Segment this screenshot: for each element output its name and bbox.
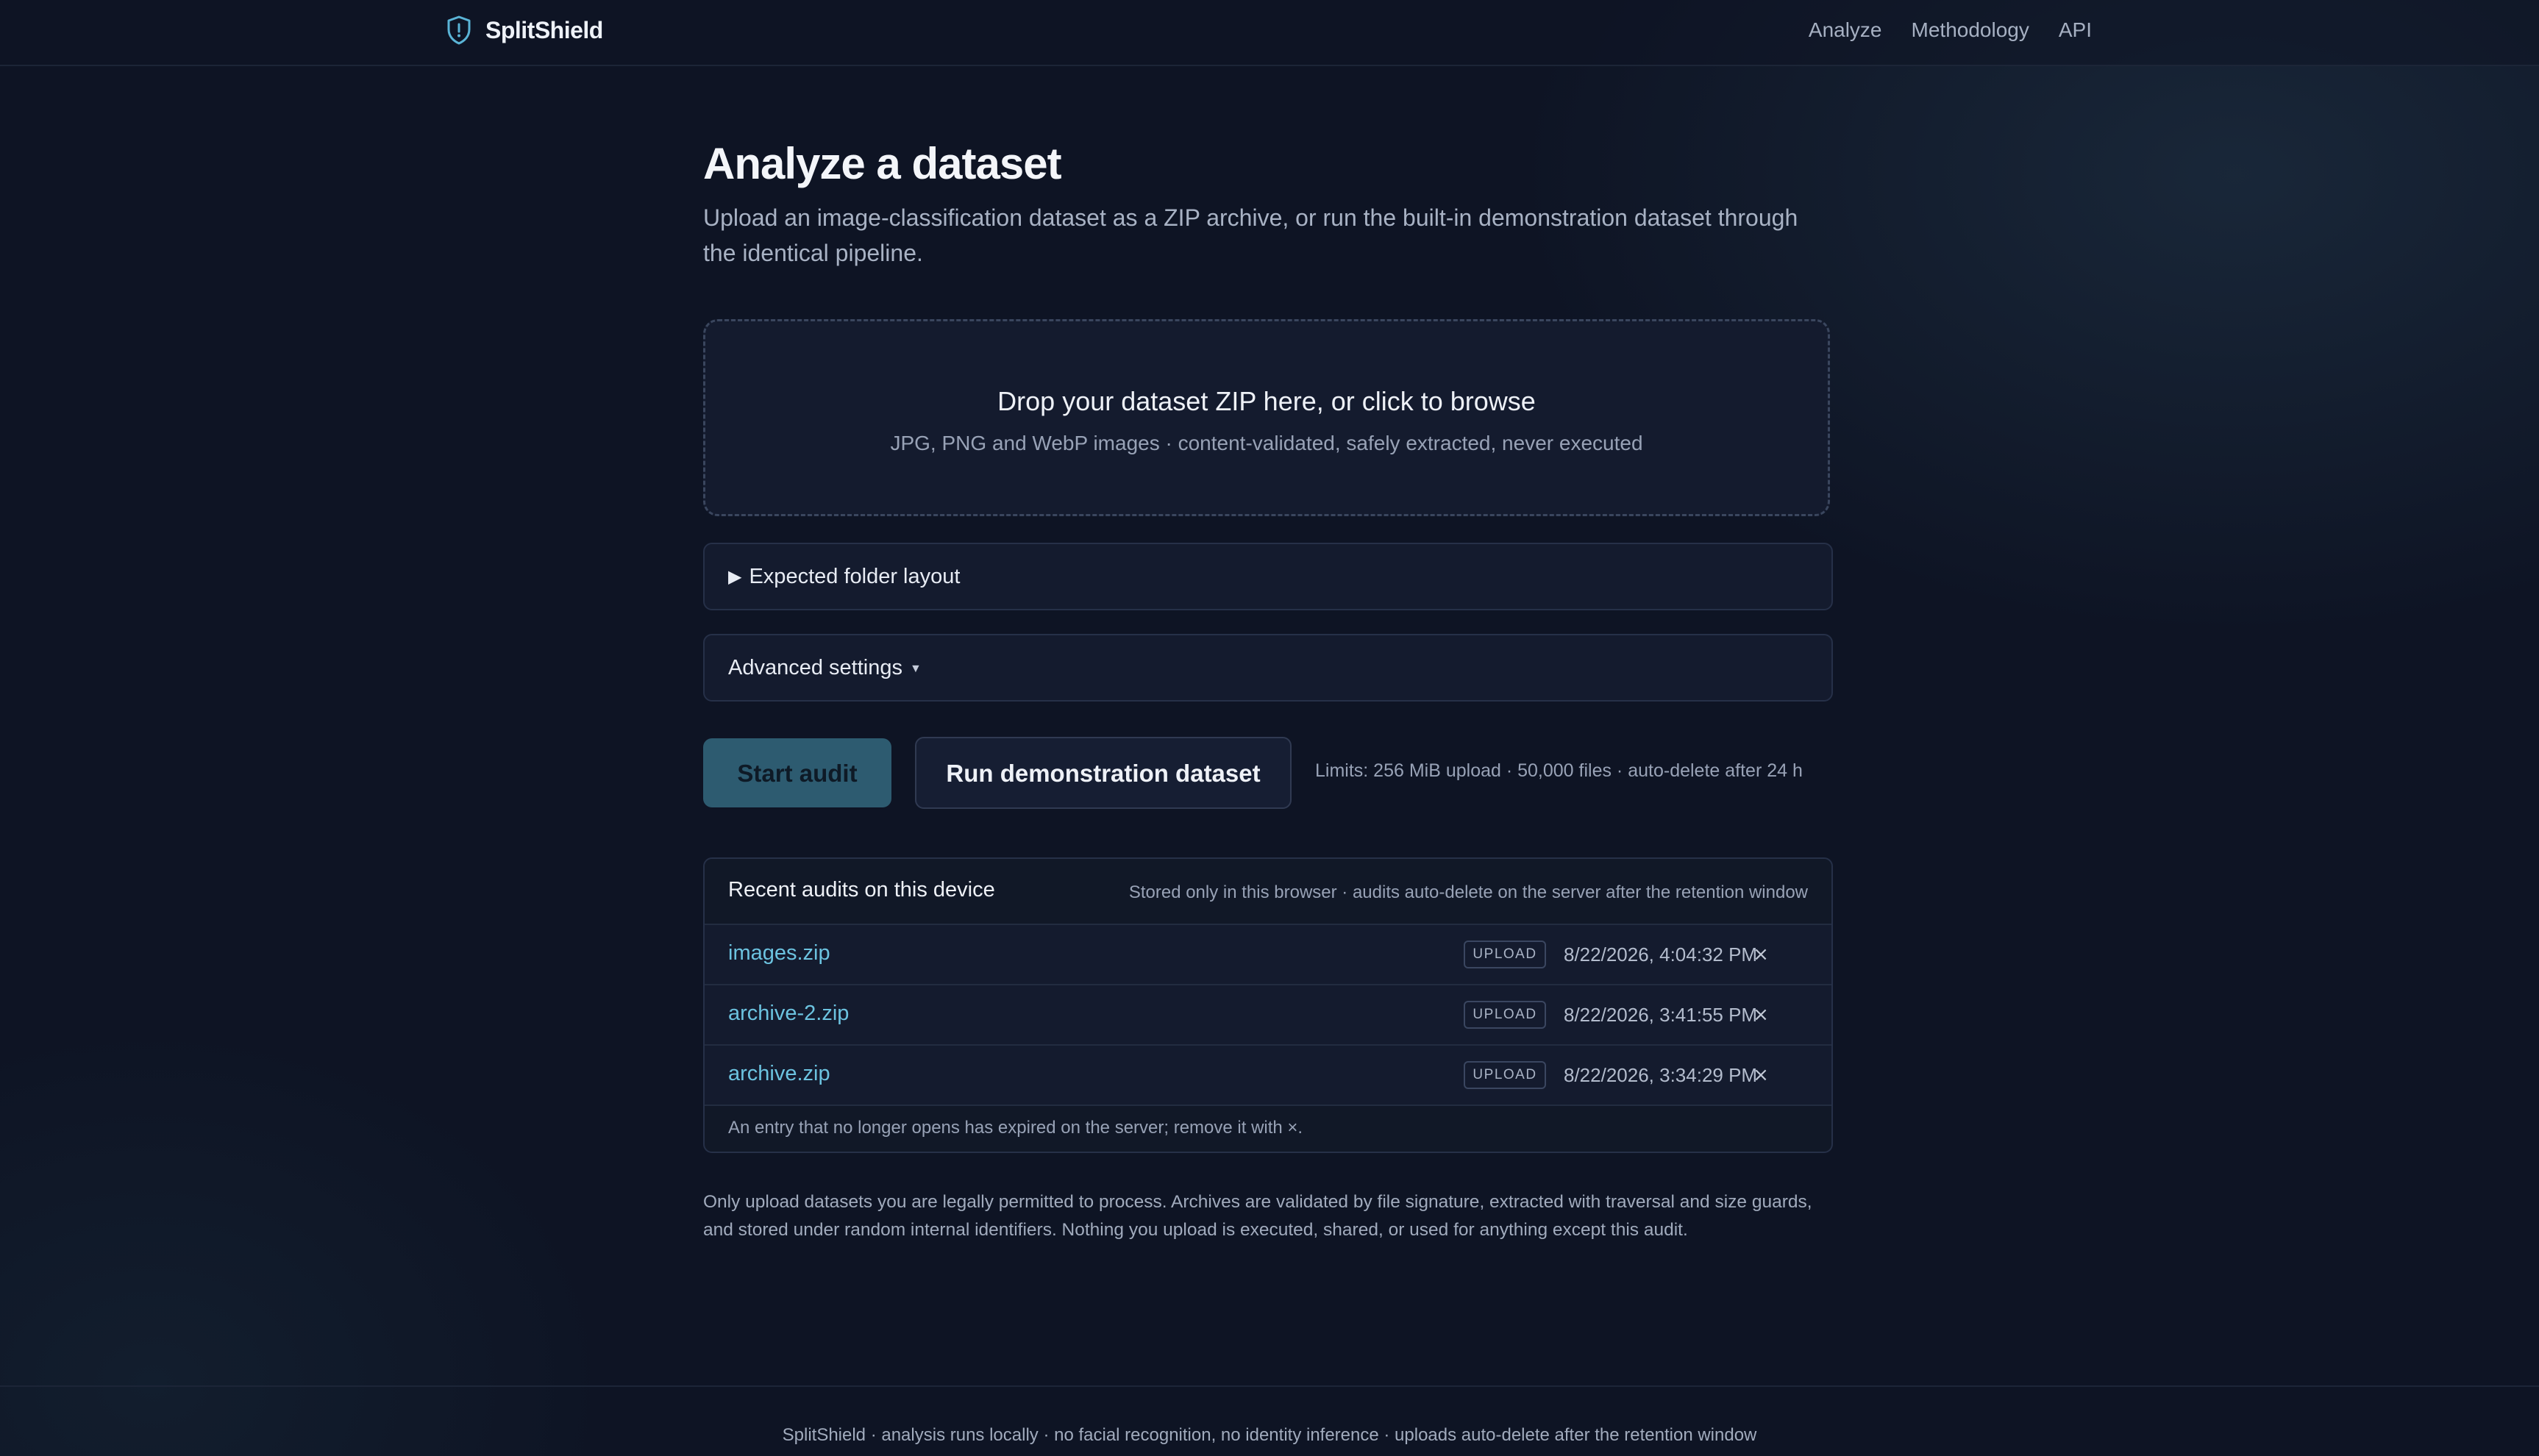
list-item: archive-2.zip UPLOAD 8/22/2026, 3:41:55 …: [705, 985, 1831, 1046]
brand-logo[interactable]: SplitShield: [446, 13, 603, 47]
triangle-right-icon: ▶: [728, 566, 742, 587]
start-audit-button[interactable]: Start audit: [703, 738, 891, 807]
advanced-settings-toggle[interactable]: Advanced settings ▼: [703, 634, 1833, 702]
shield-icon: [446, 15, 472, 46]
recent-audits-note: Stored only in this browser · audits aut…: [1128, 882, 1808, 902]
audit-link[interactable]: images.zip: [728, 941, 830, 966]
audit-timestamp: 8/22/2026, 3:41:55 PM: [1564, 1004, 1758, 1026]
folder-layout-disclosure[interactable]: ▶ Expected folder layout: [703, 543, 1833, 610]
list-item: images.zip UPLOAD 8/22/2026, 4:04:32 PM …: [705, 925, 1831, 985]
audit-timestamp: 8/22/2026, 3:34:29 PM: [1564, 1064, 1758, 1086]
source-badge: UPLOAD: [1464, 941, 1546, 968]
close-icon[interactable]: ×: [1745, 938, 1777, 971]
page-footer: SplitShield · analysis runs locally · no…: [0, 1385, 2539, 1456]
nav-link-api[interactable]: API: [2059, 16, 2092, 44]
recent-audits-list: images.zip UPLOAD 8/22/2026, 4:04:32 PM …: [705, 925, 1831, 1106]
source-badge: UPLOAD: [1464, 1061, 1546, 1089]
audit-link[interactable]: archive.zip: [728, 1062, 830, 1086]
audit-timestamp: 8/22/2026, 4:04:32 PM: [1564, 943, 1758, 966]
list-item: archive.zip UPLOAD 8/22/2026, 3:34:29 PM…: [705, 1046, 1831, 1106]
folder-layout-label: Expected folder layout: [749, 564, 961, 588]
nav-link-analyze[interactable]: Analyze: [1809, 16, 1882, 44]
main-nav: Analyze Methodology API: [1809, 16, 2092, 44]
audit-link[interactable]: archive-2.zip: [728, 1002, 849, 1026]
recent-audits-title: Recent audits on this device: [728, 878, 995, 902]
run-demo-button[interactable]: Run demonstration dataset: [915, 737, 1292, 809]
dropzone-subtitle: JPG, PNG and WebP images · content-valid…: [890, 432, 1643, 454]
upload-limits: Limits: 256 MiB upload · 50,000 files · …: [1315, 760, 1803, 781]
top-navigation-bar: SplitShield Analyze Methodology API: [0, 0, 2539, 66]
dataset-dropzone[interactable]: Drop your dataset ZIP here, or click to …: [703, 319, 1830, 516]
advanced-settings-label: Advanced settings: [728, 655, 902, 679]
page-title: Analyze a dataset: [703, 139, 1062, 188]
brand-name: SplitShield: [485, 16, 603, 43]
legal-notice: Only upload datasets you are legally per…: [703, 1192, 1812, 1240]
source-badge: UPLOAD: [1464, 1001, 1546, 1029]
recent-audits-footnote: An entry that no longer opens has expire…: [728, 1118, 1303, 1138]
recent-audits-header: Recent audits on this device Stored only…: [705, 859, 1831, 925]
nav-link-methodology[interactable]: Methodology: [1912, 16, 2029, 44]
footer-text: SplitShield · analysis runs locally · no…: [782, 1425, 1757, 1445]
caret-down-icon: ▼: [909, 663, 922, 675]
page-description: Upload an image-classification dataset a…: [703, 204, 1798, 266]
dropzone-title: Drop your dataset ZIP here, or click to …: [997, 386, 1536, 416]
recent-audits-panel: Recent audits on this device Stored only…: [703, 857, 1833, 1153]
close-icon[interactable]: ×: [1745, 999, 1777, 1031]
close-icon[interactable]: ×: [1745, 1059, 1777, 1091]
